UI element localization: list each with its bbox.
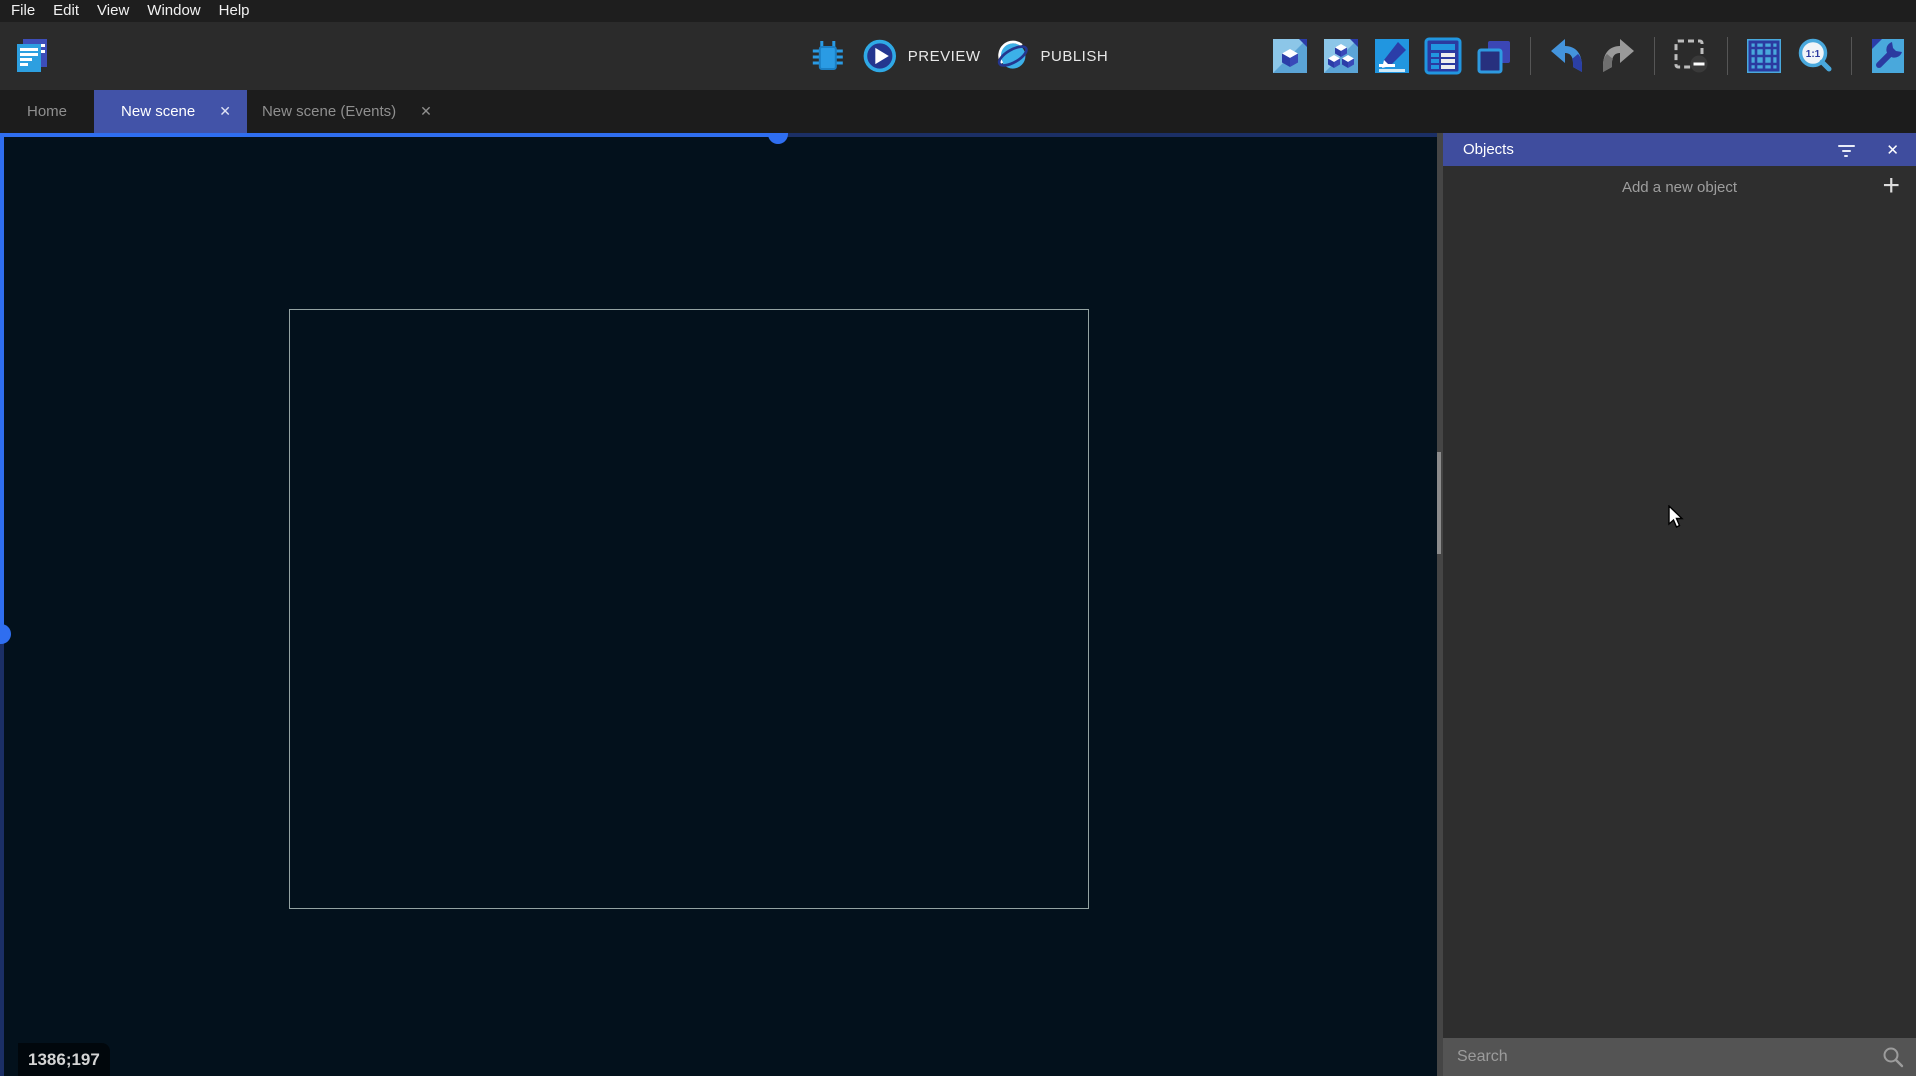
preview-play-icon [862,38,898,74]
edit-properties-button[interactable] [1372,36,1412,76]
menu-bar: File Edit View Window Help [0,0,1916,22]
editor-tab-bar: Home New scene ✕ New scene (Events) ✕ [0,90,1916,133]
properties-pencil-icon [1372,36,1412,76]
app-window: File Edit View Window Help [0,0,1916,1076]
close-icon[interactable]: ✕ [420,103,432,120]
filter-icon[interactable] [1836,142,1856,157]
undo-button[interactable] [1547,36,1587,76]
edit-objects-button[interactable] [1321,36,1361,76]
add-object-row[interactable]: Add a new object + [1443,166,1916,208]
menu-window[interactable]: Window [138,0,209,22]
scene-cube-icon [1270,36,1310,76]
tab-new-scene[interactable]: New scene ✕ [94,90,247,133]
redo-icon [1598,36,1638,76]
wrench-icon [1868,36,1908,76]
edit-layers-list-button[interactable] [1423,36,1463,76]
close-icon[interactable]: ✕ [1886,141,1899,159]
grid-button[interactable] [1744,36,1784,76]
search-input[interactable] [1443,1038,1882,1076]
edit-scene-properties-button[interactable] [1270,36,1310,76]
coordinates-value: 1386;197 [28,1050,100,1070]
debugger-bug-icon [808,36,848,76]
vertical-scroll-thumb[interactable] [0,624,11,644]
setup-grid-button[interactable] [1868,36,1908,76]
horizontal-scroll-thumb[interactable] [768,133,788,144]
tab-new-scene-events[interactable]: New scene (Events) ✕ [247,90,448,133]
grid-icon [1744,36,1784,76]
toolbar-divider [1530,37,1531,75]
tab-home-label: Home [27,103,67,120]
scene-editor-canvas[interactable]: 1386;197 [0,133,1437,1076]
main-toolbar: PREVIEW PUBLISH [0,22,1916,90]
menu-view[interactable]: View [88,0,138,22]
undo-icon [1547,36,1587,76]
publish-button[interactable]: PUBLISH [994,38,1108,74]
zoom-original-button[interactable]: 1:1 [1795,36,1835,76]
objects-search-bar [1443,1038,1916,1076]
preview-button[interactable]: PREVIEW [862,38,981,74]
game-window-frame [289,309,1089,909]
zoom-1-1-icon: 1:1 [1795,36,1835,76]
project-manager-icon [12,36,52,76]
menu-file[interactable]: File [2,0,44,22]
selection-mask-icon [1671,36,1711,76]
toolbar-divider [1851,37,1852,75]
mouse-cursor [1668,505,1688,529]
objects-panel: Objects ✕ Add a new object + [1443,133,1916,1076]
toolbar-divider [1727,37,1728,75]
layers-list-icon [1423,36,1463,76]
zoom-icon-text: 1:1 [1806,49,1821,60]
tab-new-scene-events-label: New scene (Events) [262,103,396,120]
deselect-mask-button[interactable] [1671,36,1711,76]
editor-scrollbar-thumb[interactable] [1437,452,1441,554]
objects-list-empty-area[interactable] [1443,208,1916,1038]
vertical-scroll-fill [0,133,4,634]
cursor-coordinates-readout: 1386;197 [18,1043,110,1076]
tab-home[interactable]: Home [0,90,94,133]
publish-label: PUBLISH [1040,48,1108,65]
objects-cubes-icon [1321,36,1361,76]
menu-edit[interactable]: Edit [44,0,88,22]
preview-label: PREVIEW [908,48,981,65]
menu-help[interactable]: Help [210,0,259,22]
toolbar-divider [1654,37,1655,75]
edit-layers-button[interactable] [1474,36,1514,76]
redo-button[interactable] [1598,36,1638,76]
add-object-label: Add a new object [1622,179,1737,196]
publish-globe-icon [994,38,1030,74]
close-icon[interactable]: ✕ [219,103,231,120]
objects-panel-title: Objects [1463,141,1514,158]
horizontal-scroll-fill [0,133,778,137]
project-manager-button[interactable] [12,36,52,76]
layers-stack-icon [1474,36,1514,76]
search-icon [1882,1046,1904,1068]
objects-panel-header: Objects ✕ [1443,133,1916,166]
tab-new-scene-label: New scene [121,103,195,120]
debugger-button[interactable] [808,36,848,76]
plus-icon[interactable]: + [1882,170,1900,202]
